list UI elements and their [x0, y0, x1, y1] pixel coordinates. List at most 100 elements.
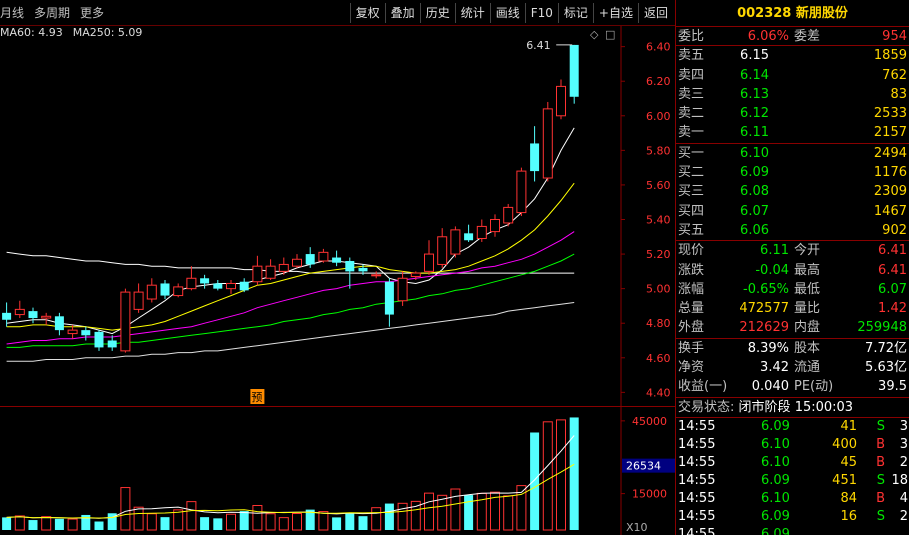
- candle-body: [516, 170, 527, 214]
- outer-volume-value: 212629: [739, 320, 789, 336]
- candle-body: [200, 278, 210, 284]
- period-menu: 月线 多周期 更多: [0, 4, 104, 21]
- tick-time: 14:55: [678, 526, 716, 535]
- candle-body: [239, 281, 249, 291]
- mark-button[interactable]: 标记: [557, 3, 593, 23]
- candlestick-chart[interactable]: 6.40 6.20 6.00 5.80 5.60 5.40 5.20 5.00 4.80 4.60…: [0, 26, 675, 406]
- turnover-value: 8.39%: [747, 340, 789, 356]
- adjust-button[interactable]: 复权: [349, 3, 385, 23]
- tick-count: 2: [899, 454, 908, 470]
- bid-row[interactable]: 买一 6.10 2494: [676, 144, 909, 163]
- inner-volume-label: 内盘: [794, 320, 821, 336]
- volume-ma-line-mavol5: [6, 435, 575, 519]
- ask-row[interactable]: 卖一 6.11 2157: [676, 123, 909, 142]
- tick-count: 18: [891, 472, 908, 488]
- tick-volume: 41: [840, 418, 857, 434]
- ask-volume: 83: [890, 86, 907, 102]
- outer-volume-label: 外盘: [678, 320, 705, 336]
- candle-body: [437, 236, 448, 265]
- candle-body: [530, 143, 540, 172]
- draw-button[interactable]: 画线: [489, 3, 525, 23]
- tick-side: B: [876, 436, 885, 452]
- volume-bar: [503, 495, 514, 531]
- volume-tick-label: 15000: [632, 488, 667, 501]
- volume-bar: [94, 521, 104, 530]
- tick-time: 14:55: [678, 418, 716, 434]
- volume-bar: [67, 518, 78, 531]
- candle-body: [160, 283, 170, 296]
- tick-price: 6.09: [761, 508, 790, 524]
- tick-volume: 400: [832, 436, 857, 452]
- volume-bar: [239, 511, 249, 530]
- weibi-label: 委比: [678, 29, 705, 44]
- net-assets-value: 3.42: [760, 360, 789, 376]
- tab-monthly[interactable]: 月线: [0, 4, 24, 21]
- fund-row: 换手 8.39% 股本 7.72亿: [676, 339, 909, 358]
- price-tick-label: 6.00: [646, 110, 671, 123]
- volume-bar: [213, 518, 223, 530]
- square-icon: □: [605, 28, 615, 41]
- open-value: 6.41: [878, 243, 907, 259]
- tick-row: 14:55 6.10 84 B 4: [676, 490, 909, 508]
- bid-row[interactable]: 买五 6.06 902: [676, 221, 909, 240]
- tick-side: S: [876, 508, 885, 524]
- volume-ratio-label: 量比: [794, 301, 821, 317]
- ask-row[interactable]: 卖四 6.14 762: [676, 66, 909, 85]
- f10-button[interactable]: F10: [524, 3, 558, 23]
- history-button[interactable]: 历史: [419, 3, 455, 23]
- bid-row[interactable]: 买三 6.08 2309: [676, 182, 909, 201]
- candle-body: [569, 44, 579, 97]
- candle-body: [67, 329, 78, 335]
- bid-price: 6.10: [740, 145, 769, 161]
- ma-line-ma30: [6, 253, 575, 348]
- volume-bar: [200, 517, 210, 530]
- stock-name: 新朋股份: [795, 6, 848, 21]
- chart-divider: [0, 406, 675, 407]
- ask-row[interactable]: 卖二 6.12 2533: [676, 104, 909, 123]
- ask-row[interactable]: 卖五 6.15 1859: [676, 46, 909, 65]
- tick-volume: 451: [832, 472, 857, 488]
- tick-list[interactable]: 14:55 6.09 41 S 3 14:55 6.10 400 B 3 14:…: [676, 418, 909, 535]
- tick-volume: 45: [840, 454, 857, 470]
- ask-price: 6.14: [740, 67, 769, 83]
- tick-row: 14:55 6.09 451 S 18: [676, 472, 909, 490]
- pe-value: 39.5: [878, 379, 907, 395]
- tick-row: 14:55 6.09 16 S 2: [676, 508, 909, 526]
- tick-price: 6.09: [761, 418, 790, 434]
- change-value: -0.04: [755, 262, 789, 278]
- tick-time: 14:55: [678, 436, 716, 452]
- trade-status-label: 交易状态:: [678, 399, 735, 415]
- volume-ma-line-mavol10: [6, 463, 575, 519]
- back-button[interactable]: 返回: [637, 3, 673, 23]
- tab-multi-period[interactable]: 多周期: [34, 4, 70, 21]
- bid-row[interactable]: 买四 6.07 1467: [676, 202, 909, 221]
- tick-row: 14:55 6.10 45 B 2: [676, 454, 909, 472]
- candle-body: [384, 281, 394, 315]
- volume-bar: [14, 515, 25, 531]
- add-watchlist-button[interactable]: +自选: [592, 3, 638, 23]
- bid-row[interactable]: 买二 6.09 1176: [676, 163, 909, 182]
- current-price-label: 现价: [678, 243, 705, 259]
- tick-side: B: [876, 490, 885, 506]
- stock-code: 002328: [737, 6, 792, 21]
- event-marker-label: 预: [251, 391, 262, 404]
- overlay-button[interactable]: 叠加: [384, 3, 420, 23]
- candle-body: [173, 286, 184, 297]
- volume-bar: [556, 419, 566, 531]
- candle-body: [397, 277, 408, 302]
- bid-volume: 2494: [873, 145, 907, 161]
- weicha-value: 954: [882, 29, 907, 44]
- more-menu[interactable]: 更多: [80, 4, 104, 21]
- float-shares-value: 5.63亿: [865, 360, 907, 376]
- volume-chart[interactable]: 45000 15000 26534 X10: [0, 406, 675, 535]
- ask-row[interactable]: 卖三 6.13 83: [676, 85, 909, 104]
- price-tick-label: 5.20: [646, 248, 671, 261]
- candle-body: [41, 315, 52, 319]
- ask-volume: 2533: [873, 106, 907, 122]
- tick-price: 6.10: [761, 454, 790, 470]
- volume-bar: [146, 513, 157, 531]
- statistics-button[interactable]: 统计: [454, 3, 490, 23]
- volume-label: 总量: [678, 301, 705, 317]
- tick-count: 2: [899, 508, 908, 524]
- tick-volume: 16: [840, 508, 857, 524]
